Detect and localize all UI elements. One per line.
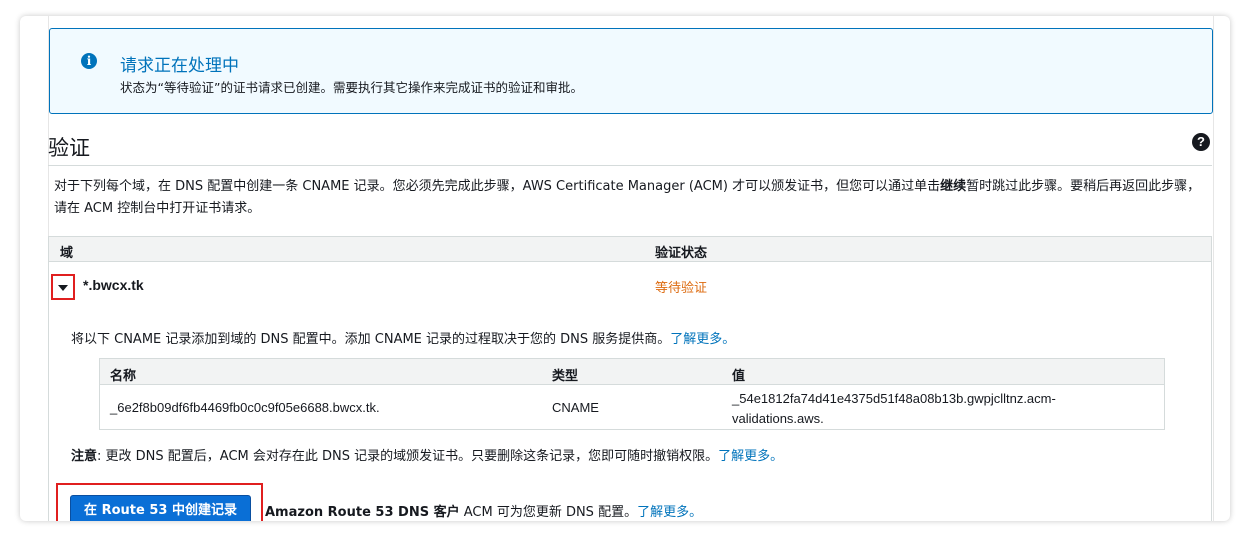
divider <box>48 165 1212 166</box>
note-learn-more-link[interactable]: 了解更多。 <box>718 449 783 464</box>
section-title: 验证 <box>48 136 90 160</box>
info-icon: i <box>81 53 97 69</box>
cname-instructions: 将以下 CNAME 记录添加到域的 DNS 配置中。添加 CNAME 记录的过程… <box>71 328 735 347</box>
section-description: 对于下列每个域，在 DNS 配置中创建一条 CNAME 记录。您必须先完成此步骤… <box>54 176 1212 220</box>
description-continue-keyword: 继续 <box>940 179 967 194</box>
record-name: _6e2f8b09df6fb4469fb0c0c9f05e6688.bwcx.t… <box>110 400 380 415</box>
column-header-status: 验证状态 <box>655 246 708 261</box>
info-alert: i 请求正在处理中 状态为“等待验证”的证书请求已创建。需要执行其它操作来完成证… <box>49 28 1213 114</box>
domain-name: *.bwcx.tk <box>83 277 144 293</box>
column-header-type: 类型 <box>552 369 579 384</box>
route53-customers-label: Amazon Route 53 DNS 客户 <box>265 505 460 520</box>
route53-description-text: ACM 可为您更新 DNS 配置。 <box>459 505 638 520</box>
info-message: 状态为“等待验证”的证书请求已创建。需要执行其它操作来完成证书的验证和审批。 <box>120 80 583 95</box>
record-table-header: 名称 类型 值 <box>100 359 1164 385</box>
info-title: 请求正在处理中 <box>120 56 239 76</box>
column-header-name: 名称 <box>110 369 137 384</box>
create-record-in-route53-button[interactable]: 在 Route 53 中创建记录 <box>70 495 251 521</box>
help-icon[interactable]: ? <box>1192 133 1210 151</box>
record-type: CNAME <box>552 400 599 415</box>
column-header-domain: 域 <box>60 246 74 261</box>
note-text: 注意: 更改 DNS 配置后，ACM 会对存在此 DNS 记录的域颁发证书。只要… <box>71 445 783 464</box>
validation-status: 等待验证 <box>655 281 708 296</box>
route53-description: Amazon Route 53 DNS 客户 ACM 可为您更新 DNS 配置。… <box>265 501 702 520</box>
caret-down-icon <box>58 285 68 291</box>
cname-record-table: 名称 类型 值 _6e2f8b09df6fb4469fb0c0c9f05e668… <box>99 358 1165 430</box>
route53-learn-more-link[interactable]: 了解更多。 <box>637 505 702 520</box>
description-text-1: 对于下列每个域，在 DNS 配置中创建一条 CNAME 记录。您必须先完成此步骤… <box>54 179 941 194</box>
note-label: 注意 <box>71 449 98 464</box>
table-header: 域 验证状态 <box>49 237 1211 262</box>
record-value: _54e1812fa74d41e4375d51f48a08b13b.gwpjcl… <box>732 391 1056 426</box>
column-header-value: 值 <box>732 369 746 384</box>
expand-toggle-button[interactable] <box>51 274 75 300</box>
main-panel: i 请求正在处理中 状态为“等待验证”的证书请求已创建。需要执行其它操作来完成证… <box>20 16 1230 521</box>
note-body: : 更改 DNS 配置后，ACM 会对存在此 DNS 记录的域颁发证书。只要删除… <box>97 449 719 464</box>
validation-table: 域 验证状态 *.bwcx.tk 等待验证 将以下 CNAME 记录添加到域的 … <box>48 236 1212 521</box>
learn-more-link[interactable]: 了解更多。 <box>670 332 735 347</box>
cname-instructions-text: 将以下 CNAME 记录添加到域的 DNS 配置中。添加 CNAME 记录的过程… <box>71 332 671 347</box>
